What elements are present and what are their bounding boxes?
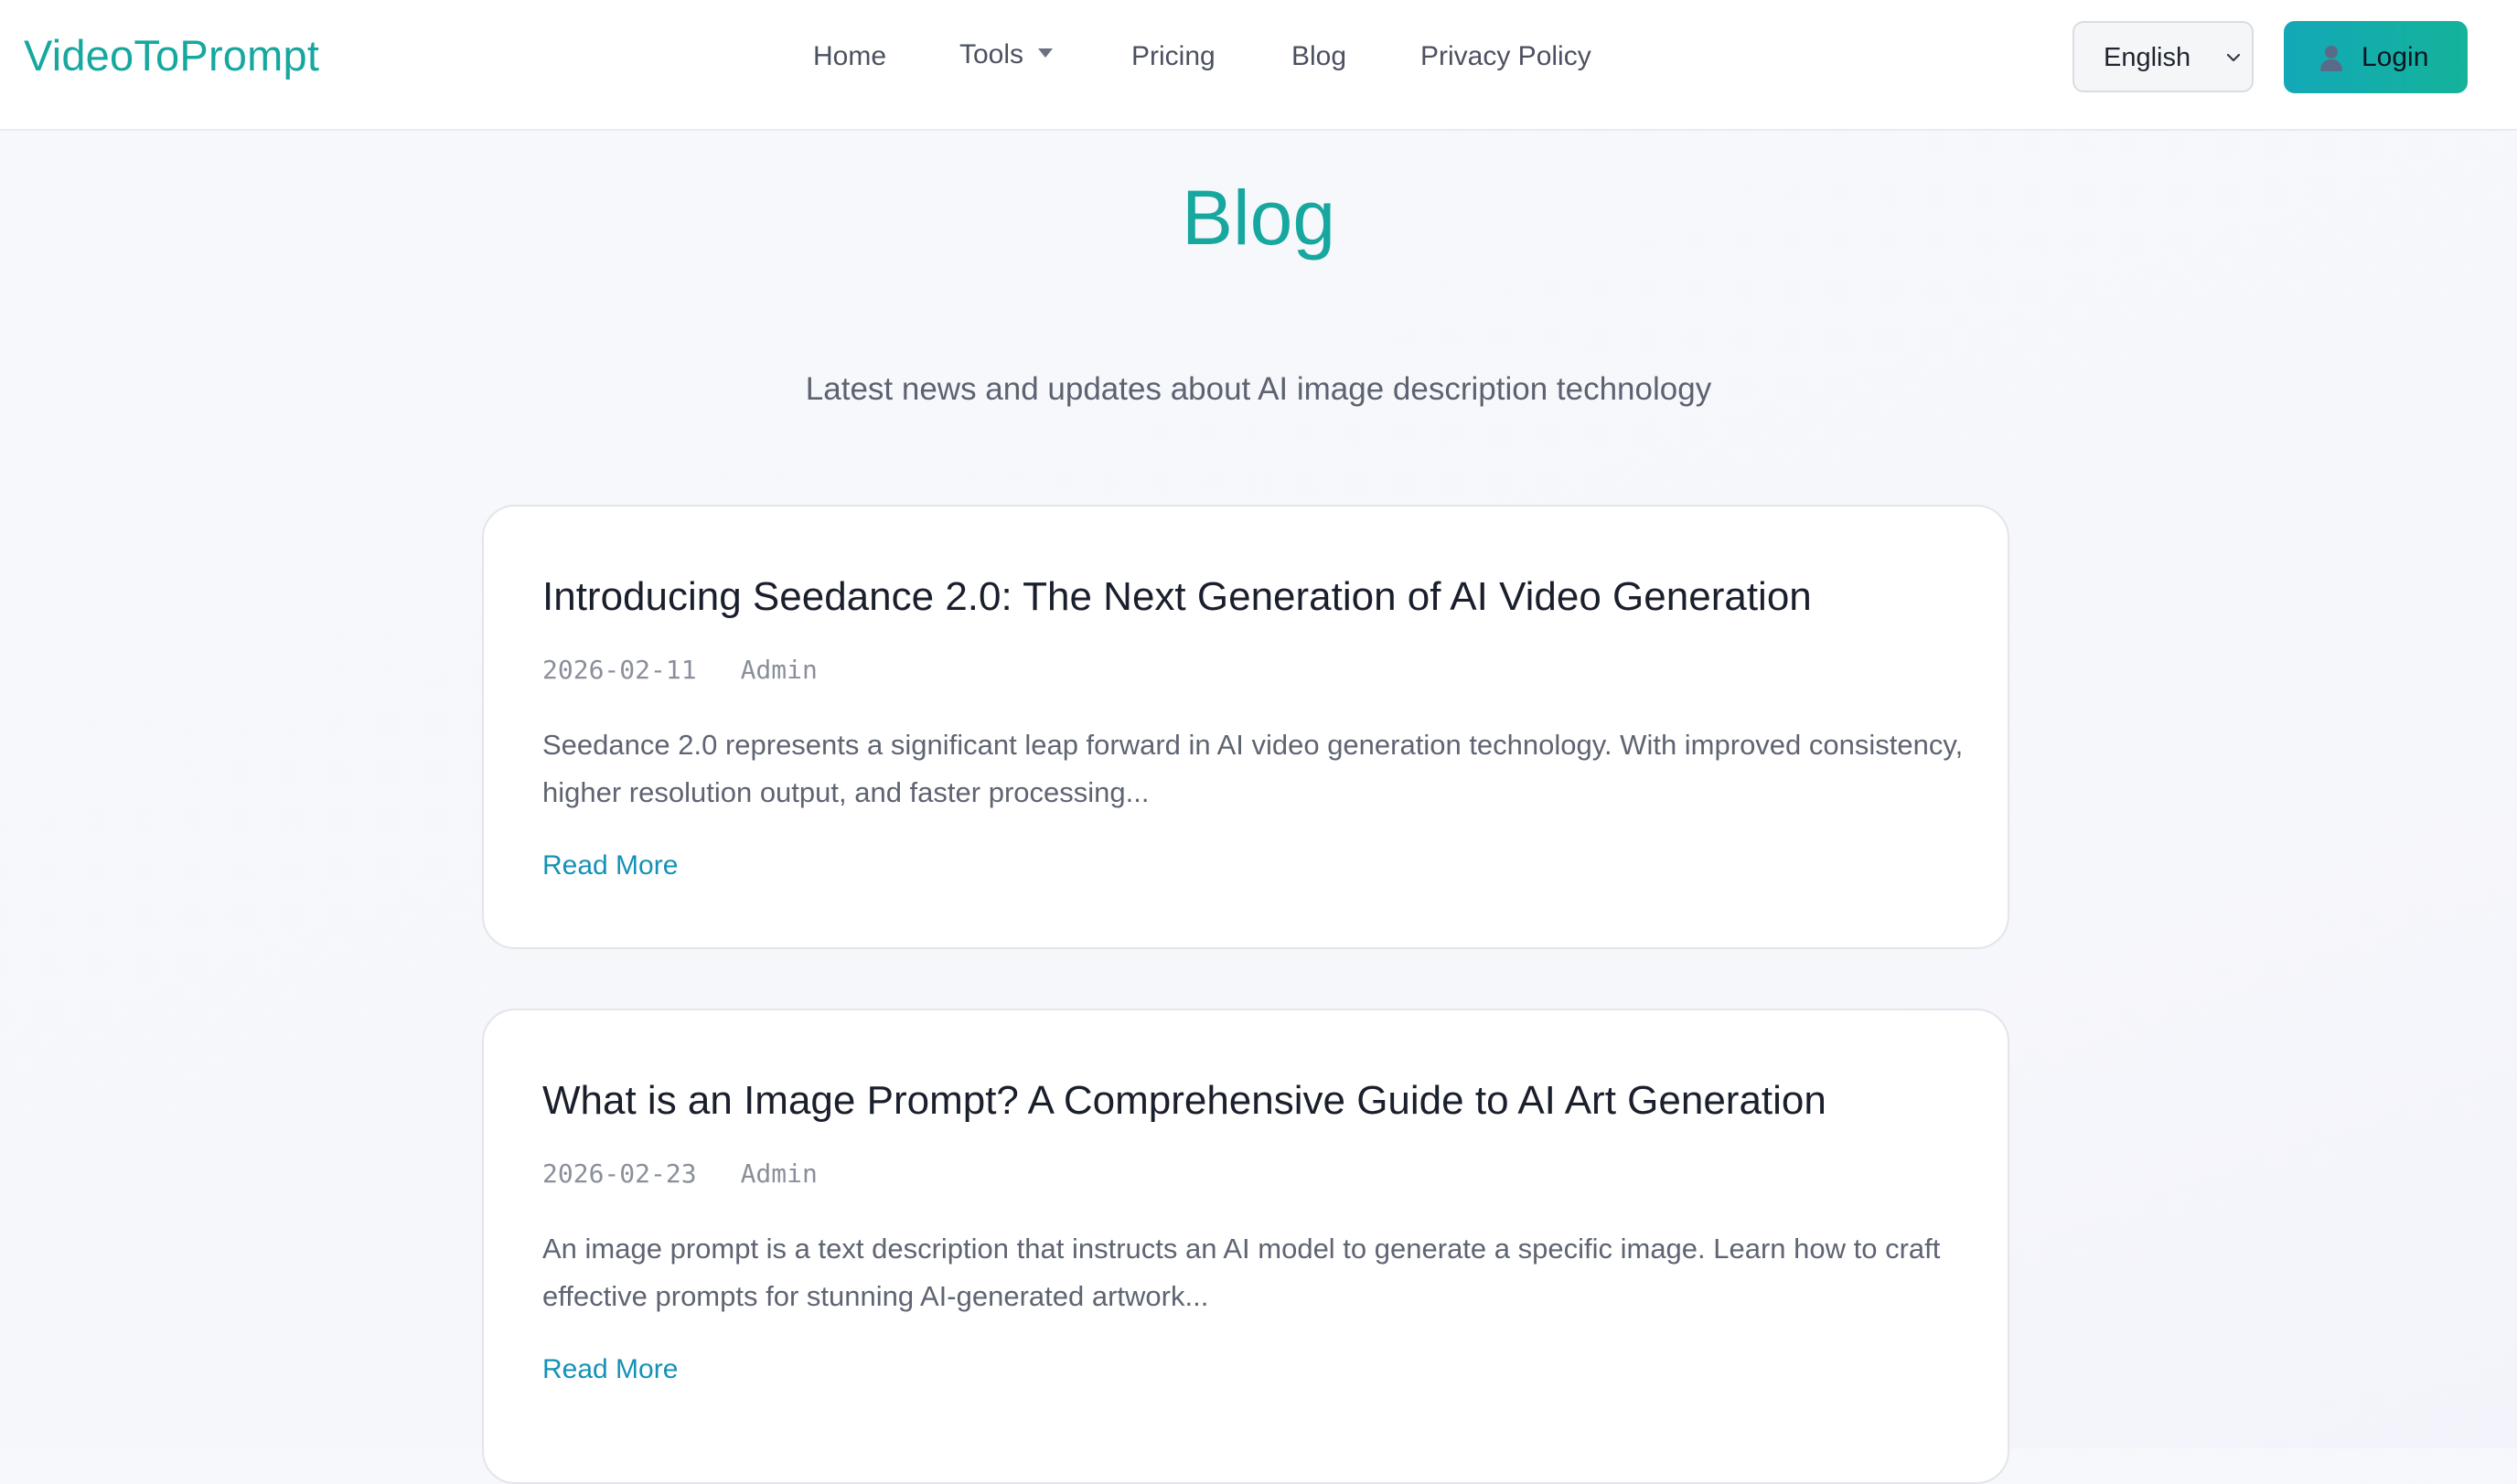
nav-privacy-policy-link[interactable]: Privacy Policy [1420, 38, 1591, 75]
read-more-link[interactable]: Read More [542, 848, 678, 884]
post-excerpt: Seedance 2.0 represents a significant le… [542, 729, 1964, 808]
nav-home-link[interactable]: Home [813, 38, 886, 75]
nav-tools-label: Tools [959, 39, 1024, 69]
post-title[interactable]: What is an Image Prompt? A Comprehensive… [542, 1075, 1826, 1126]
post-excerpt: An image prompt is a text description th… [542, 1233, 1941, 1312]
post-author: Admin [740, 655, 818, 685]
post-date: 2026-02-23 [542, 1158, 697, 1189]
post-title[interactable]: Introducing Seedance 2.0: The Next Gener… [542, 571, 1812, 623]
page-title: Blog [1181, 175, 1336, 261]
nav-tools-dropdown[interactable]: Tools [959, 37, 1054, 73]
chevron-down-icon [2226, 53, 2241, 62]
post-author: Admin [740, 1158, 818, 1189]
read-more-link[interactable]: Read More [542, 1351, 678, 1388]
post-date: 2026-02-11 [542, 655, 697, 685]
nav-blog-link[interactable]: Blog [1291, 38, 1346, 75]
login-label: Login [2362, 42, 2429, 72]
post-meta: 2026-02-23 Admin [542, 1158, 818, 1190]
page-subtitle: Latest news and updates about AI image d… [805, 371, 1712, 407]
user-icon [2320, 46, 2342, 71]
top-header: VideoToPrompt Home Tools Pricing Blog Pr… [0, 0, 2517, 131]
language-select[interactable]: English [2073, 21, 2254, 92]
login-button[interactable]: Login [2284, 21, 2468, 93]
caret-down-icon [1038, 48, 1054, 59]
language-selected-value: English [2104, 43, 2191, 72]
site-logo[interactable]: VideoToPrompt [24, 27, 319, 84]
post-meta: 2026-02-11 Admin [542, 654, 818, 687]
blog-post-card: Introducing Seedance 2.0: The Next Gener… [482, 505, 2009, 949]
nav-pricing-link[interactable]: Pricing [1131, 38, 1216, 75]
blog-post-card: What is an Image Prompt? A Comprehensive… [482, 1009, 2009, 1484]
